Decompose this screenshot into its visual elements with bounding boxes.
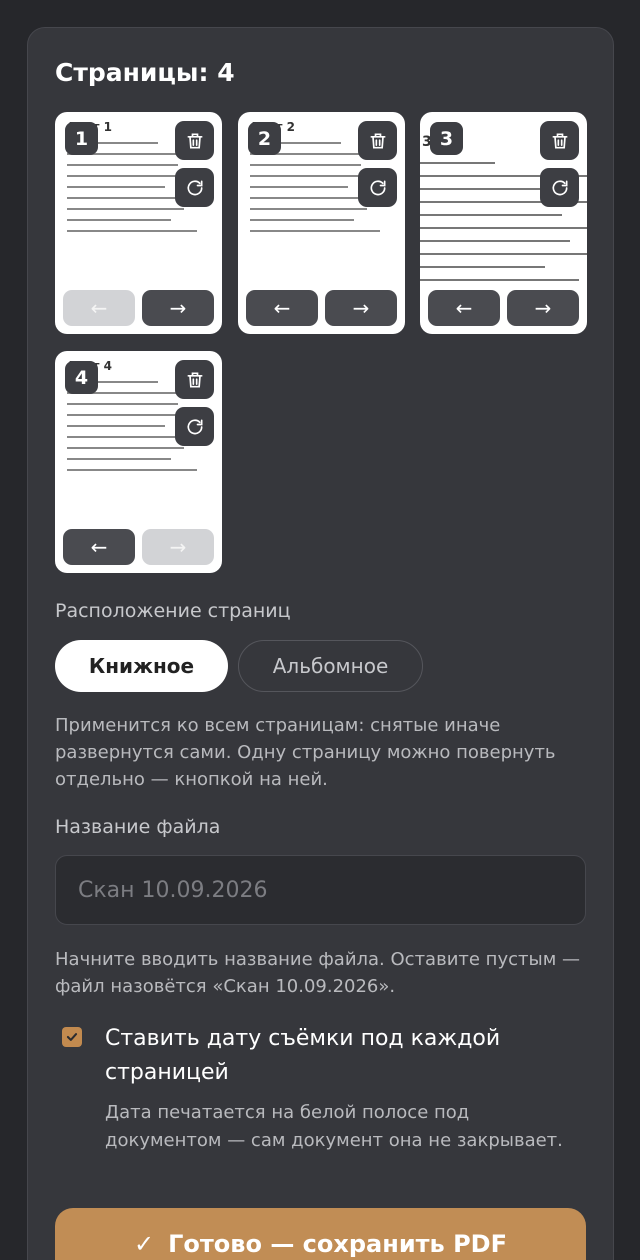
save-pdf-button[interactable]: ✓ Готово — сохранить PDF [55, 1208, 586, 1260]
delete-page-button[interactable] [175, 121, 214, 160]
filename-hint: Начните вводить название файла. Оставите… [55, 949, 580, 997]
page-number-badge: 4 [65, 361, 98, 394]
filename-label: Название файла [55, 816, 221, 838]
trash-icon [370, 133, 385, 148]
orientation-label: Расположение страниц [55, 600, 291, 622]
move-left-button[interactable]: ← [63, 290, 135, 326]
date-stamp-label[interactable]: Ставить дату съёмки под каждой страницей [105, 1022, 565, 1090]
delete-page-button[interactable] [175, 360, 214, 399]
date-stamp-checkbox[interactable] [62, 1027, 82, 1047]
rotate-page-button[interactable] [175, 407, 214, 446]
trash-icon [187, 133, 202, 148]
page-thumbnail-1[interactable]: Лист 1 1 ← → [55, 112, 222, 334]
page-number-badge: 1 [65, 122, 98, 155]
delete-page-button[interactable] [540, 121, 579, 160]
page-thumbnail-2[interactable]: Лист 2 2 ← → [238, 112, 405, 334]
rotate-icon [187, 418, 202, 434]
page-number-badge: 3 [430, 122, 463, 155]
orientation-landscape-button[interactable]: Альбомное [238, 640, 423, 692]
rotate-icon [370, 179, 385, 195]
move-right-button[interactable]: → [142, 290, 214, 326]
move-right-button[interactable]: → [142, 529, 214, 565]
delete-page-button[interactable] [358, 121, 397, 160]
page-number-badge: 2 [248, 122, 281, 155]
rotate-page-button[interactable] [540, 168, 579, 207]
page-thumbnail-3[interactable]: 3 3 ← → [420, 112, 587, 334]
orientation-portrait-button[interactable]: Книжное [55, 640, 228, 692]
checkmark-icon [66, 1033, 78, 1041]
move-right-button[interactable]: → [507, 290, 579, 326]
orientation-hint: Применится ко всем страницам: снятые ина… [55, 715, 556, 790]
move-right-button[interactable]: → [325, 290, 397, 326]
date-stamp-description: Дата печатается на белой полосе под доку… [105, 1102, 563, 1151]
rotate-page-button[interactable] [175, 168, 214, 207]
filename-input[interactable] [55, 855, 586, 925]
rotate-icon [552, 179, 567, 195]
rotate-icon [187, 179, 202, 195]
check-icon: ✓ [134, 1230, 155, 1258]
trash-icon [552, 133, 567, 148]
pages-panel: Страницы: 4 Лист 1 1 ← → Лист 2 2 ← → [27, 27, 614, 1260]
move-left-button[interactable]: ← [63, 529, 135, 565]
rotate-page-button[interactable] [358, 168, 397, 207]
save-pdf-label: Готово — сохранить PDF [168, 1230, 507, 1258]
trash-icon [187, 372, 202, 387]
pages-title: Страницы: 4 [55, 58, 235, 87]
move-left-button[interactable]: ← [246, 290, 318, 326]
move-left-button[interactable]: ← [428, 290, 500, 326]
page-thumbnail-4[interactable]: Лист 4 4 ← → [55, 351, 222, 573]
